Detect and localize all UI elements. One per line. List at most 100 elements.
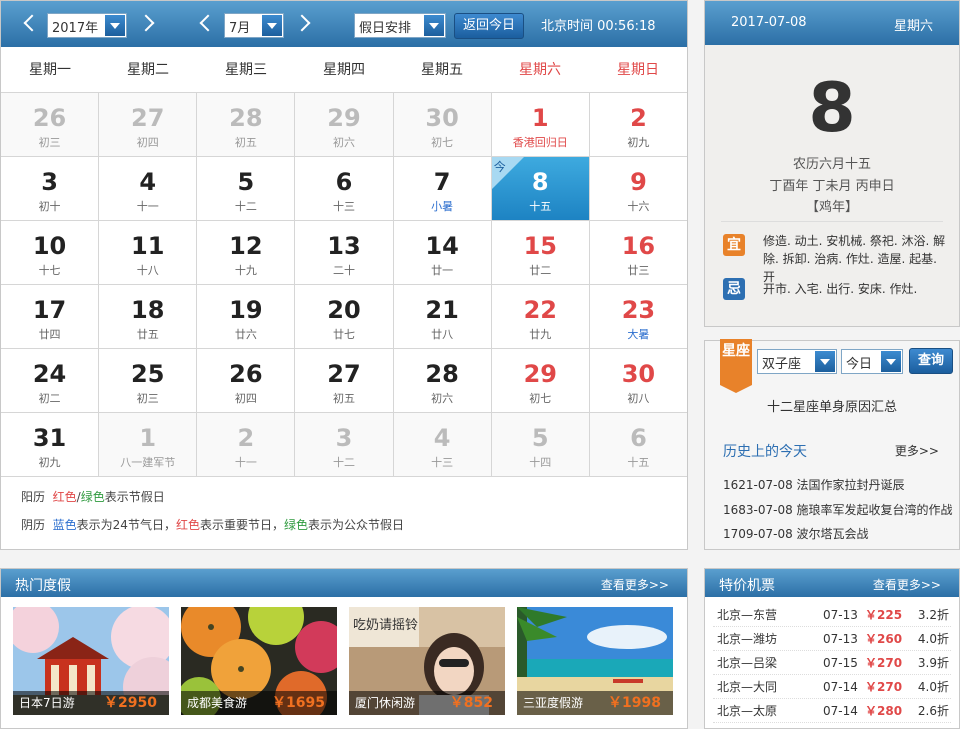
week-row: 26 初三 27 初四 28 初五 29 初六 30 初七 1 香港回归日 2 初九 [1,93,687,157]
day-cell[interactable]: 21 廿八 [393,285,492,348]
vacation-tile-chengdu[interactable]: 成都美食游 ￥1695 [181,607,337,715]
flight-discount: 4.0折 [917,680,949,694]
constellation-badge-icon: 星座 [720,339,752,393]
flights-list: 北京—东营 07-13 ￥225 3.2折 北京—潍坊 07-13 ￥260 4.0折 北京—吕… [713,603,951,723]
sign-select-value: 双子座 [762,357,802,372]
day-cell[interactable]: 23 大暑 [589,285,687,348]
day-cell[interactable]: 4 十三 [393,413,492,476]
day-cell[interactable]: 19 廿六 [197,285,296,348]
weekday-label: 星期二 [127,62,169,78]
flight-date: 07-13 [823,608,858,622]
flight-row[interactable]: 北京—潍坊 07-13 ￥260 4.0折 [713,627,951,651]
day-cell[interactable]: 30 初七 [393,93,492,156]
day-cell[interactable]: 30 初八 [589,349,687,412]
day-cell[interactable]: 29 初六 [295,93,394,156]
chevron-down-icon [424,15,444,36]
vacation-tile-japan[interactable]: 日本7日游 ￥2950 [13,607,169,715]
month-select-value: 7月 [229,21,251,36]
day-number: 16 [621,232,656,260]
day-cell[interactable]: 2 十一 [197,413,296,476]
day-cell[interactable]: 27 初四 [99,93,198,156]
month-select[interactable]: 7月 [224,13,284,38]
selected-date: 2017-07-08 [731,15,807,30]
history-item[interactable]: 1709-07-08 波尔塔瓦会战 [723,525,869,542]
day-cell[interactable]: 27 初五 [295,349,394,412]
week-row: 3 初十 4 十一 5 十二 6 十三 7 小暑今 8 十五 9 十六 [1,157,687,221]
day-cell[interactable]: 15 廿二 [491,221,590,284]
day-cell[interactable]: 16 廿三 [589,221,687,284]
lunar-label: 廿二 [529,264,552,277]
flights-more-link[interactable]: 查看更多>> [873,576,941,593]
chevron-down-icon [881,351,901,372]
day-cell[interactable]: 1 八一建军节 [99,413,198,476]
flight-route: 北京—大同 [717,680,778,694]
day-cell[interactable]: 22 廿九 [491,285,590,348]
day-cell[interactable]: 29 初七 [491,349,590,412]
day-cell[interactable]: 17 廿四 [1,285,100,348]
lunar-label: 初九 [38,456,61,469]
day-cell[interactable]: 7 小暑 [393,157,492,220]
flight-row[interactable]: 北京—大同 07-14 ￥270 4.0折 [713,675,951,699]
day-cell[interactable]: 6 十三 [295,157,394,220]
prev-year-arrow-icon[interactable] [19,11,37,37]
day-cell[interactable]: 11 十八 [99,221,198,284]
day-cell[interactable]: 4 十一 [99,157,198,220]
divider [721,221,943,222]
day-cell[interactable]: 25 初三 [99,349,198,412]
day-cell[interactable]: 28 初五 [197,93,296,156]
day-cell[interactable]: 3 十二 [295,413,394,476]
day-cell[interactable]: 14 廿一 [393,221,492,284]
week-row: 10 十七 11 十八 12 十九 13 二十 14 廿一 15 廿二 16 廿三 [1,221,687,285]
next-year-arrow-icon[interactable] [139,11,157,37]
day-cell[interactable]: 28 初六 [393,349,492,412]
lunar-label: 初三 [136,392,159,405]
day-cell[interactable]: 24 初二 [1,349,100,412]
calendar-panel: 2017年 7月 假日安排 返回今日 北京时间 00:56:18 星期一 星期二… [0,0,688,550]
legend-text: 表示节假日 [104,490,165,504]
vacation-tile-xiamen[interactable]: 吃奶请摇铃 厦门休闲游 ￥852 [349,607,505,715]
day-cell[interactable]: 5 十二 [197,157,296,220]
flight-row[interactable]: 北京—吕梁 07-15 ￥270 3.9折 [713,651,951,675]
flight-row[interactable]: 北京—东营 07-13 ￥225 3.2折 [713,603,951,627]
history-today-title[interactable]: 历史上的今天 [723,441,807,461]
lunar-label: 十九 [234,264,257,277]
day-cell[interactable]: 12 十九 [197,221,296,284]
day-cell[interactable]: 10 十七 [1,221,100,284]
day-cell[interactable]: 31 初九 [1,413,100,476]
day-cell[interactable]: 9 十六 [589,157,687,220]
constellation-article-link[interactable]: 十二星座单身原因汇总 [705,396,959,415]
year-select[interactable]: 2017年 [47,13,127,38]
lunar-label: 初十 [38,200,61,213]
legend-lunar: 阴历 蓝色表示为24节气日，红色表示重要节日，绿色表示为公众节假日 [21,511,404,539]
period-select[interactable]: 今日 [841,349,903,374]
flight-row[interactable]: 北京—太原 07-14 ￥280 2.6折 [713,699,951,723]
day-cell[interactable]: 20 廿七 [295,285,394,348]
day-cell[interactable]: 2 初九 [589,93,687,156]
query-button[interactable]: 查询 [909,348,953,374]
sign-select[interactable]: 双子座 [757,349,837,374]
day-cell[interactable]: 13 二十 [295,221,394,284]
history-item[interactable]: 1683-07-08 施琅率军发起收复台湾的作战 [723,501,953,518]
vacation-tile-sanya[interactable]: 三亚度假游 ￥1998 [517,607,673,715]
next-month-arrow-icon[interactable] [295,11,313,37]
day-cell-today[interactable]: 今 8 十五 [491,157,590,220]
day-cell[interactable]: 26 初四 [197,349,296,412]
day-cell[interactable]: 1 香港回归日 [491,93,590,156]
hot-vacations-more-link[interactable]: 查看更多>> [601,576,669,593]
day-cell[interactable]: 18 廿五 [99,285,198,348]
lunar-label: 初三 [38,136,61,149]
back-to-today-button[interactable]: 返回今日 [454,13,524,39]
tile-name: 日本7日游 [19,696,75,710]
history-item[interactable]: 1621-07-08 法国作家拉封丹诞辰 [723,476,905,493]
day-cell[interactable]: 26 初三 [1,93,100,156]
history-more-link[interactable]: 更多>> [895,442,939,459]
prev-month-arrow-icon[interactable] [195,11,213,37]
holiday-select[interactable]: 假日安排 [354,13,446,38]
day-cell[interactable]: 6 十五 [589,413,687,476]
chevron-down-icon [262,15,282,36]
day-cell[interactable]: 5 十四 [491,413,590,476]
tile-price: ￥852 [449,695,493,711]
day-cell[interactable]: 3 初十 [1,157,100,220]
constellation-panel: 星座 双子座 今日 查询 十二星座单身原因汇总 历史上的今天 更多>> 1621… [704,339,960,550]
day-number: 4 [433,424,451,452]
